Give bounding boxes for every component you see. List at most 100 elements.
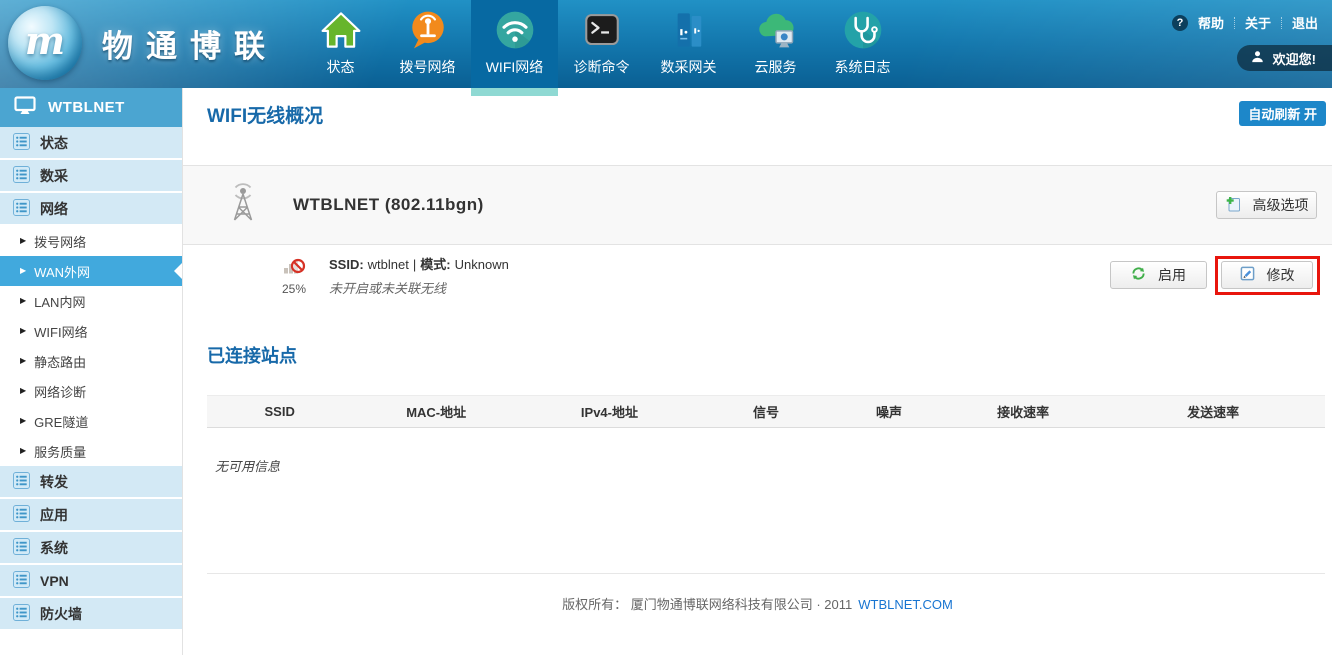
sidebar-item-label: 数采 [40,166,68,186]
logout-link[interactable]: 退出 [1292,13,1318,32]
sidebar-subitem-wan[interactable]: ▶ WAN外网 [0,256,182,286]
sidebar-item-applications[interactable]: 应用 [0,499,182,532]
cloud-monitor-icon [754,7,798,53]
sidebar-item-data-collection[interactable]: 数采 [0,160,182,193]
welcome-text: 欢迎您! [1273,49,1316,68]
mode-value: Unknown [455,257,509,272]
chevron-right-icon: ▶ [20,297,26,305]
list-icon [13,571,30,591]
sidebar-subitem-gre-tunnel[interactable]: ▶ GRE隧道 [0,406,182,436]
sidebar-item-network[interactable]: 网络 [0,193,182,226]
list-icon [13,604,30,624]
chevron-right-icon: ▶ [20,447,26,455]
sidebar-item-label: 静态路由 [34,352,86,371]
sidebar-item-label: 转发 [40,472,68,492]
sidebar-item-label: 网络诊断 [34,382,86,401]
nav-tab-syslog[interactable]: 系统日志 [819,0,906,88]
ssid-label: SSID: [329,257,364,272]
sidebar-subitem-static-route[interactable]: ▶ 静态路由 [0,346,182,376]
mode-label: 模式: [420,257,450,272]
footer-link[interactable]: WTBLNET.COM [858,597,953,612]
modify-button[interactable]: 修改 [1221,261,1313,289]
nav-tab-dial-network[interactable]: 拨号网络 [384,0,471,88]
sidebar-item-label: VPN [40,573,69,589]
monitor-icon [14,96,36,119]
chevron-right-icon: ▶ [20,237,26,245]
column-header-ssid: SSID [207,396,352,428]
sidebar-subitem-dial-network[interactable]: ▶ 拨号网络 [0,226,182,256]
sidebar-item-system[interactable]: 系统 [0,532,182,565]
nav-tab-wifi[interactable]: WIFI网络 [471,0,558,88]
connected-stations-title: 已连接站点 [207,342,1332,368]
divider [1234,17,1235,29]
terminal-icon [581,7,623,53]
column-header-signal: 信号 [699,396,833,428]
sidebar-item-status[interactable]: 状态 [0,127,182,160]
about-link[interactable]: 关于 [1245,13,1271,32]
sidebar-subitem-wifi[interactable]: ▶ WIFI网络 [0,316,182,346]
sidebar-item-label: LAN内网 [34,292,85,311]
brand-title: 物通博联 [102,21,278,66]
chevron-right-icon: ▶ [20,267,26,275]
table-header-row: SSID MAC-地址 IPv4-地址 信号 噪声 接收速率 发送速率 [207,396,1325,428]
column-header-ipv4: IPv4-地址 [520,396,699,428]
nav-tab-label: 数采网关 [661,57,717,77]
signal-percent: 25% [282,282,306,296]
user-welcome-badge[interactable]: 欢迎您! [1237,45,1332,71]
footer-divider [207,573,1325,574]
nav-tab-label: 云服务 [755,57,797,77]
empty-table-message: 无可用信息 [215,456,1332,475]
nav-tab-label: WIFI网络 [486,57,544,77]
wifi-status-row: 25% SSID:wtblnet|模式:Unknown 未开启或未关联无线 [183,245,1332,305]
main-content: WIFI无线概况 自动刷新 开 WTBLNET (802.11bgn) 高级选项 [183,88,1332,655]
help-link[interactable]: 帮助 [1198,13,1224,32]
nav-tab-diagnostics[interactable]: 诊断命令 [558,0,645,88]
page-title: WIFI无线概况 [207,101,323,128]
wireless-status-text: 未开启或未关联无线 [329,278,509,297]
sidebar-item-forwarding[interactable]: 转发 [0,466,182,499]
main-nav: 状态 拨号网络 [297,0,906,88]
nav-tab-label: 拨号网络 [400,57,456,77]
chevron-right-icon: ▶ [20,387,26,395]
server-rack-icon [668,7,710,53]
nav-tab-cloud[interactable]: 云服务 [732,0,819,88]
column-header-noise: 噪声 [833,396,945,428]
list-icon [13,166,30,186]
nav-tab-gateway[interactable]: 数采网关 [645,0,732,88]
sidebar-item-label: 系统 [40,538,68,558]
signal-disabled-icon [283,255,306,280]
list-icon [13,472,30,492]
column-header-rx-rate: 接收速率 [945,396,1102,428]
device-name: WTBLNET [48,99,125,116]
user-icon [1251,50,1264,66]
stethoscope-icon [841,7,885,53]
signal-indicator: 25% [276,255,312,296]
help-icon[interactable]: ? [1172,15,1188,31]
nav-tab-status[interactable]: 状态 [297,0,384,88]
sidebar-item-label: 服务质量 [34,442,86,461]
column-header-mac: MAC-地址 [352,396,520,428]
sidebar-subitem-lan[interactable]: ▶ LAN内网 [0,286,182,316]
sidebar-item-label: 网络 [40,199,68,219]
sidebar-subitem-qos[interactable]: ▶ 服务质量 [0,436,182,466]
auto-refresh-toggle[interactable]: 自动刷新 开 [1239,101,1326,126]
divider [1281,17,1282,29]
advanced-options-button[interactable]: 高级选项 [1216,191,1317,219]
sidebar-item-label: 拨号网络 [34,232,86,251]
copyright-text: 版权所有： 厦门物通博联网络科技有限公司 · 2011 [562,597,852,612]
sidebar-subitem-network-diagnostics[interactable]: ▶ 网络诊断 [0,376,182,406]
globe-logo-icon: m [8,6,82,80]
sidebar-item-vpn[interactable]: VPN [0,565,182,598]
sidebar-item-label: 防火墙 [40,604,82,624]
enable-button[interactable]: 启用 [1110,261,1207,289]
nav-tab-label: 状态 [327,57,355,77]
sidebar-item-firewall[interactable]: 防火墙 [0,598,182,631]
top-links: ? 帮助 关于 退出 [1172,13,1318,32]
sidebar: WTBLNET 状态 数采 网络 ▶ 拨号网络 ▶ WAN外网 ▶ LAN内网 … [0,88,183,655]
list-icon [13,199,30,219]
broadcast-bubble-icon [407,7,449,53]
sidebar-item-label: 状态 [40,133,68,153]
logo-letter: m [25,18,65,63]
edit-pencil-icon [1240,266,1255,284]
nav-tab-label: 系统日志 [835,57,891,77]
